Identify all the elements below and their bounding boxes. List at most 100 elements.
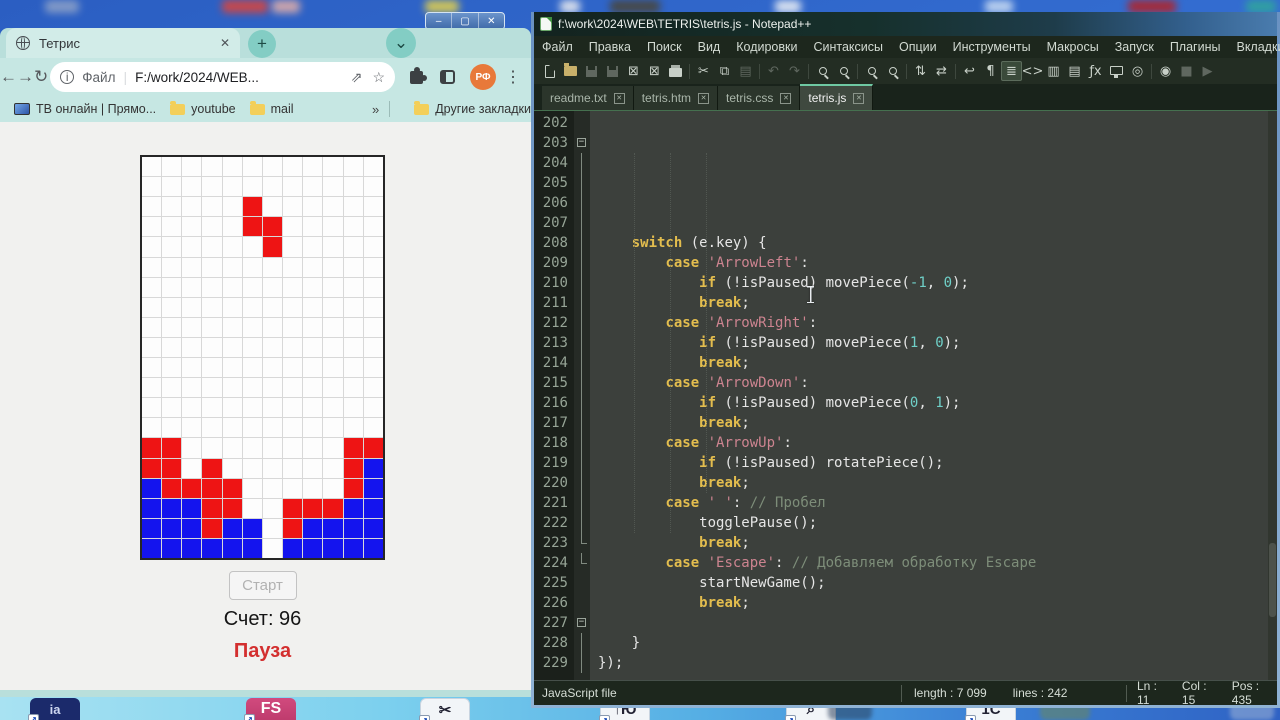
find-icon[interactable]	[812, 61, 833, 81]
editor-tab-tetris.js[interactable]: tetris.js ✕	[800, 84, 874, 110]
new-tab-button[interactable]: +	[248, 30, 276, 58]
bookmark-star-icon[interactable]: ☆	[372, 69, 385, 86]
tab-tetris[interactable]: Тетрис ✕	[6, 28, 240, 58]
menu-плагины[interactable]: Плагины	[1162, 40, 1229, 54]
bookmark-mail[interactable]: mail	[249, 100, 294, 116]
close-all-icon[interactable]: ⊠	[644, 61, 665, 81]
open-file-icon[interactable]	[560, 61, 581, 81]
fold-toggle[interactable]: −	[574, 133, 590, 153]
sync-vertical-icon[interactable]: ⇅	[910, 61, 931, 81]
menu-поиск[interactable]: Поиск	[639, 40, 690, 54]
menu-опции[interactable]: Опции	[891, 40, 945, 54]
back-button-icon[interactable]: ←	[0, 67, 17, 86]
function-list-icon[interactable]: ƒx	[1085, 61, 1106, 81]
board-cell	[303, 297, 323, 317]
bookmark-тв-онлайн-прямо-[interactable]: ТВ онлайн | Прямо...	[14, 102, 156, 116]
save-all-icon[interactable]	[602, 61, 623, 81]
notepadpp-titlebar[interactable]: f:\work\2024\WEB\TETRIS\tetris.js - Note…	[534, 12, 1277, 36]
desktop-icon-scissors[interactable]: ✂↗	[419, 698, 470, 720]
tab-close-icon[interactable]: ✕	[698, 92, 710, 104]
minimize-button[interactable]: –	[426, 13, 453, 29]
board-cell	[222, 458, 242, 478]
menu-вкладки[interactable]: Вкладки	[1228, 40, 1280, 54]
save-icon[interactable]	[581, 61, 602, 81]
address-bar[interactable]: i Файл | F:/work/2024/WEB... ⇗ ☆	[50, 62, 395, 92]
desktop-icon-ia[interactable]: ia ↗	[28, 698, 80, 720]
menu-файл[interactable]: Файл	[534, 40, 581, 54]
copy-icon[interactable]: ⧉	[714, 61, 735, 81]
start-button[interactable]: Старт	[228, 571, 297, 600]
macro-play-icon[interactable]: ▶	[1197, 61, 1218, 81]
forward-button-icon[interactable]: →	[17, 67, 34, 86]
paste-icon[interactable]: ▤	[735, 61, 756, 81]
editor-tab-readme.txt[interactable]: readme.txt ✕	[542, 86, 634, 110]
bookmark-другие-закладки[interactable]: Другие закладки	[414, 100, 531, 116]
tab-close-icon[interactable]: ✕	[853, 92, 865, 104]
code-text[interactable]: switch (e.key) { case 'ArrowLeft': if (!…	[590, 111, 1277, 680]
menu-правка[interactable]: Правка	[581, 40, 639, 54]
line-number: 203	[542, 135, 568, 151]
extensions-icon[interactable]	[410, 66, 427, 84]
share-icon[interactable]: ⇗	[351, 69, 363, 86]
new-file-icon[interactable]	[539, 61, 560, 81]
editor-tab-tetris.htm[interactable]: tetris.htm ✕	[633, 86, 719, 110]
close-button[interactable]: ✕	[479, 13, 504, 29]
menu-макросы[interactable]: Макросы	[1039, 40, 1107, 54]
close-icon[interactable]: ⊠	[623, 61, 644, 81]
mouse-text-cursor	[806, 286, 815, 303]
board-cell	[162, 157, 182, 177]
screen-capture-icon[interactable]: ◎	[1127, 61, 1148, 81]
word-wrap-icon[interactable]: ↩	[959, 61, 980, 81]
fold-margin[interactable]: − −	[574, 111, 590, 680]
macro-record-icon[interactable]: ◉	[1155, 61, 1176, 81]
menu-кодировки[interactable]: Кодировки	[728, 40, 805, 54]
chrome-tabbar: Тетрис ✕ + ⌄	[0, 28, 531, 58]
tab-close-icon[interactable]: ✕	[220, 36, 230, 50]
document-list-icon[interactable]: ▤	[1064, 61, 1085, 81]
function-completion-icon[interactable]: <>	[1022, 61, 1044, 81]
chrome-menu-icon[interactable]: ⋮	[505, 67, 521, 87]
editor-scrollbar[interactable]	[1268, 111, 1277, 680]
maximize-button[interactable]: ▢	[452, 13, 479, 29]
bookmarks-overflow-chevron[interactable]: »	[372, 102, 379, 117]
profile-avatar[interactable]: РФ	[470, 64, 496, 90]
board-cell	[222, 538, 242, 558]
editor-tab-tetris.css[interactable]: tetris.css ✕	[718, 86, 801, 110]
board-cell	[202, 217, 222, 237]
menu-синтаксисы[interactable]: Синтаксисы	[805, 40, 891, 54]
show-symbols-icon[interactable]: ¶	[980, 61, 1001, 81]
document-map-icon[interactable]: ▥	[1043, 61, 1064, 81]
fold-collapse-icon[interactable]: −	[577, 138, 586, 147]
board-cell	[202, 277, 222, 297]
desktop-icon-fs[interactable]: FS ↗	[244, 698, 296, 720]
zoom-in-icon[interactable]	[861, 61, 882, 81]
code-line: switch (e.key) {	[631, 235, 767, 251]
scrollbar-thumb[interactable]	[1269, 543, 1276, 618]
code-editor[interactable]: 202 203 204 205 206 207 208 209 210 211 212 213 214 2…	[534, 110, 1277, 680]
board-cell	[142, 257, 162, 277]
print-icon[interactable]	[665, 61, 686, 81]
menu-инструменты[interactable]: Инструменты	[945, 40, 1039, 54]
indent-guide-icon[interactable]: ≣	[1001, 61, 1022, 81]
replace-icon[interactable]	[833, 61, 854, 81]
zoom-out-icon[interactable]	[882, 61, 903, 81]
cut-icon[interactable]: ✂	[693, 61, 714, 81]
bookmark-youtube[interactable]: youtube	[170, 100, 236, 116]
fold-collapse-icon[interactable]: −	[577, 618, 586, 627]
sync-horizontal-icon[interactable]: ⇄	[931, 61, 952, 81]
menu-запуск[interactable]: Запуск	[1107, 40, 1162, 54]
shortcut-arrow-icon: ↗	[28, 714, 39, 720]
tab-chevron-button[interactable]: ⌄	[386, 28, 416, 58]
info-icon[interactable]: i	[60, 70, 75, 84]
monitor-icon[interactable]	[1106, 61, 1127, 81]
fold-toggle[interactable]: −	[574, 613, 590, 633]
reload-button-icon[interactable]: ↻	[34, 67, 48, 86]
redo-icon[interactable]: ↷	[784, 61, 805, 81]
macro-stop-icon[interactable]: ■	[1176, 61, 1197, 81]
tab-close-icon[interactable]: ✕	[613, 92, 625, 104]
menu-вид[interactable]: Вид	[690, 40, 729, 54]
undo-icon[interactable]: ↶	[763, 61, 784, 81]
board-cell	[142, 538, 162, 558]
side-panel-icon[interactable]	[440, 70, 455, 84]
tab-close-icon[interactable]: ✕	[780, 92, 792, 104]
